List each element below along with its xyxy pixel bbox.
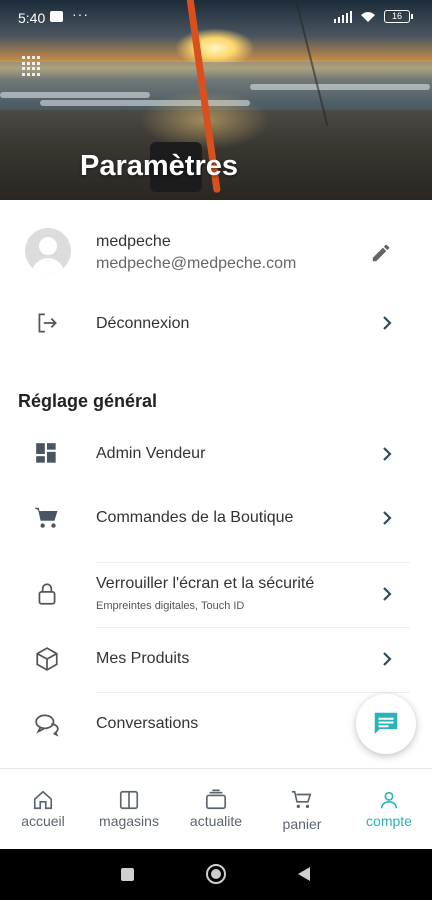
menu-item-label: Admin Vendeur [96, 445, 206, 462]
bottom-navigation: accueil magasins actualite panier compte [0, 768, 432, 848]
nav-label: actualite [189, 813, 243, 829]
menu-item-label: Mes Produits [96, 650, 190, 667]
section-title: Réglage général [18, 391, 158, 411]
nav-label: compte [366, 813, 412, 829]
dashboard-icon [36, 443, 56, 463]
battery-icon: 16 [384, 10, 413, 23]
chat-icon [35, 714, 59, 737]
profile-section[interactable]: medpeche medpeche@medpeche.com [0, 200, 432, 300]
logout-icon [38, 313, 57, 333]
status-time: 5:40 [18, 10, 46, 26]
chevron-right-icon [383, 587, 392, 601]
profile-email: medpeche@medpeche.com [96, 255, 297, 272]
message-icon [374, 712, 398, 734]
wave-decoration [250, 84, 430, 90]
nav-label: accueil [21, 813, 65, 829]
cart-icon [291, 790, 312, 809]
nav-label: magasins [99, 813, 159, 829]
chevron-right-icon [383, 511, 392, 525]
lock-icon [38, 583, 56, 605]
home-icon [33, 790, 53, 810]
nav-compte[interactable]: compte [346, 769, 432, 849]
box-icon [36, 647, 58, 671]
news-icon [206, 789, 226, 810]
signal-icon [334, 10, 352, 23]
menu-item-admin-vendeur[interactable]: Admin Vendeur [0, 422, 432, 486]
message-icon [50, 11, 63, 22]
chevron-right-icon [383, 447, 392, 461]
edit-pencil-icon[interactable] [370, 242, 392, 264]
menu-item-label: Commandes de la Boutique [96, 509, 294, 526]
menu-item-label: Verrouiller l'écran et la sécurité [96, 575, 315, 592]
menu-item-subtitle: Empreintes digitales, Touch ID [96, 600, 245, 612]
chevron-right-icon [383, 652, 392, 666]
logout-row[interactable]: Déconnexion [0, 291, 432, 355]
avatar [25, 228, 71, 274]
logout-label: Déconnexion [96, 315, 190, 332]
menu-item-commandes[interactable]: Commandes de la Boutique [0, 486, 432, 550]
back-button[interactable] [298, 867, 310, 881]
chevron-right-icon [383, 316, 392, 330]
wave-decoration [0, 92, 150, 98]
system-navigation-bar [0, 849, 432, 900]
nav-panier[interactable]: panier [259, 769, 345, 849]
status-dots: ··· [72, 6, 89, 22]
nav-magasins[interactable]: magasins [86, 769, 172, 849]
user-icon [380, 791, 398, 809]
wifi-icon [361, 11, 375, 22]
recent-apps-button[interactable] [121, 868, 134, 881]
page-title: Paramètres [80, 150, 238, 182]
home-button[interactable] [206, 864, 226, 884]
store-icon [119, 790, 139, 810]
cart-icon [35, 507, 58, 528]
chat-fab-button[interactable] [356, 694, 416, 754]
nav-accueil[interactable]: accueil [0, 769, 86, 849]
menu-item-label: Conversations [96, 715, 199, 732]
nav-label: panier [282, 816, 322, 832]
menu-item-mes-produits[interactable]: Mes Produits [0, 627, 432, 691]
grid-menu-icon[interactable] [22, 56, 42, 76]
status-bar: 5:40 ··· 16 [0, 0, 432, 36]
profile-name: medpeche [96, 233, 171, 250]
nav-actualite[interactable]: actualite [173, 769, 259, 849]
menu-item-verrouiller[interactable]: Verrouiller l'écran et la sécurité Empre… [0, 562, 432, 628]
